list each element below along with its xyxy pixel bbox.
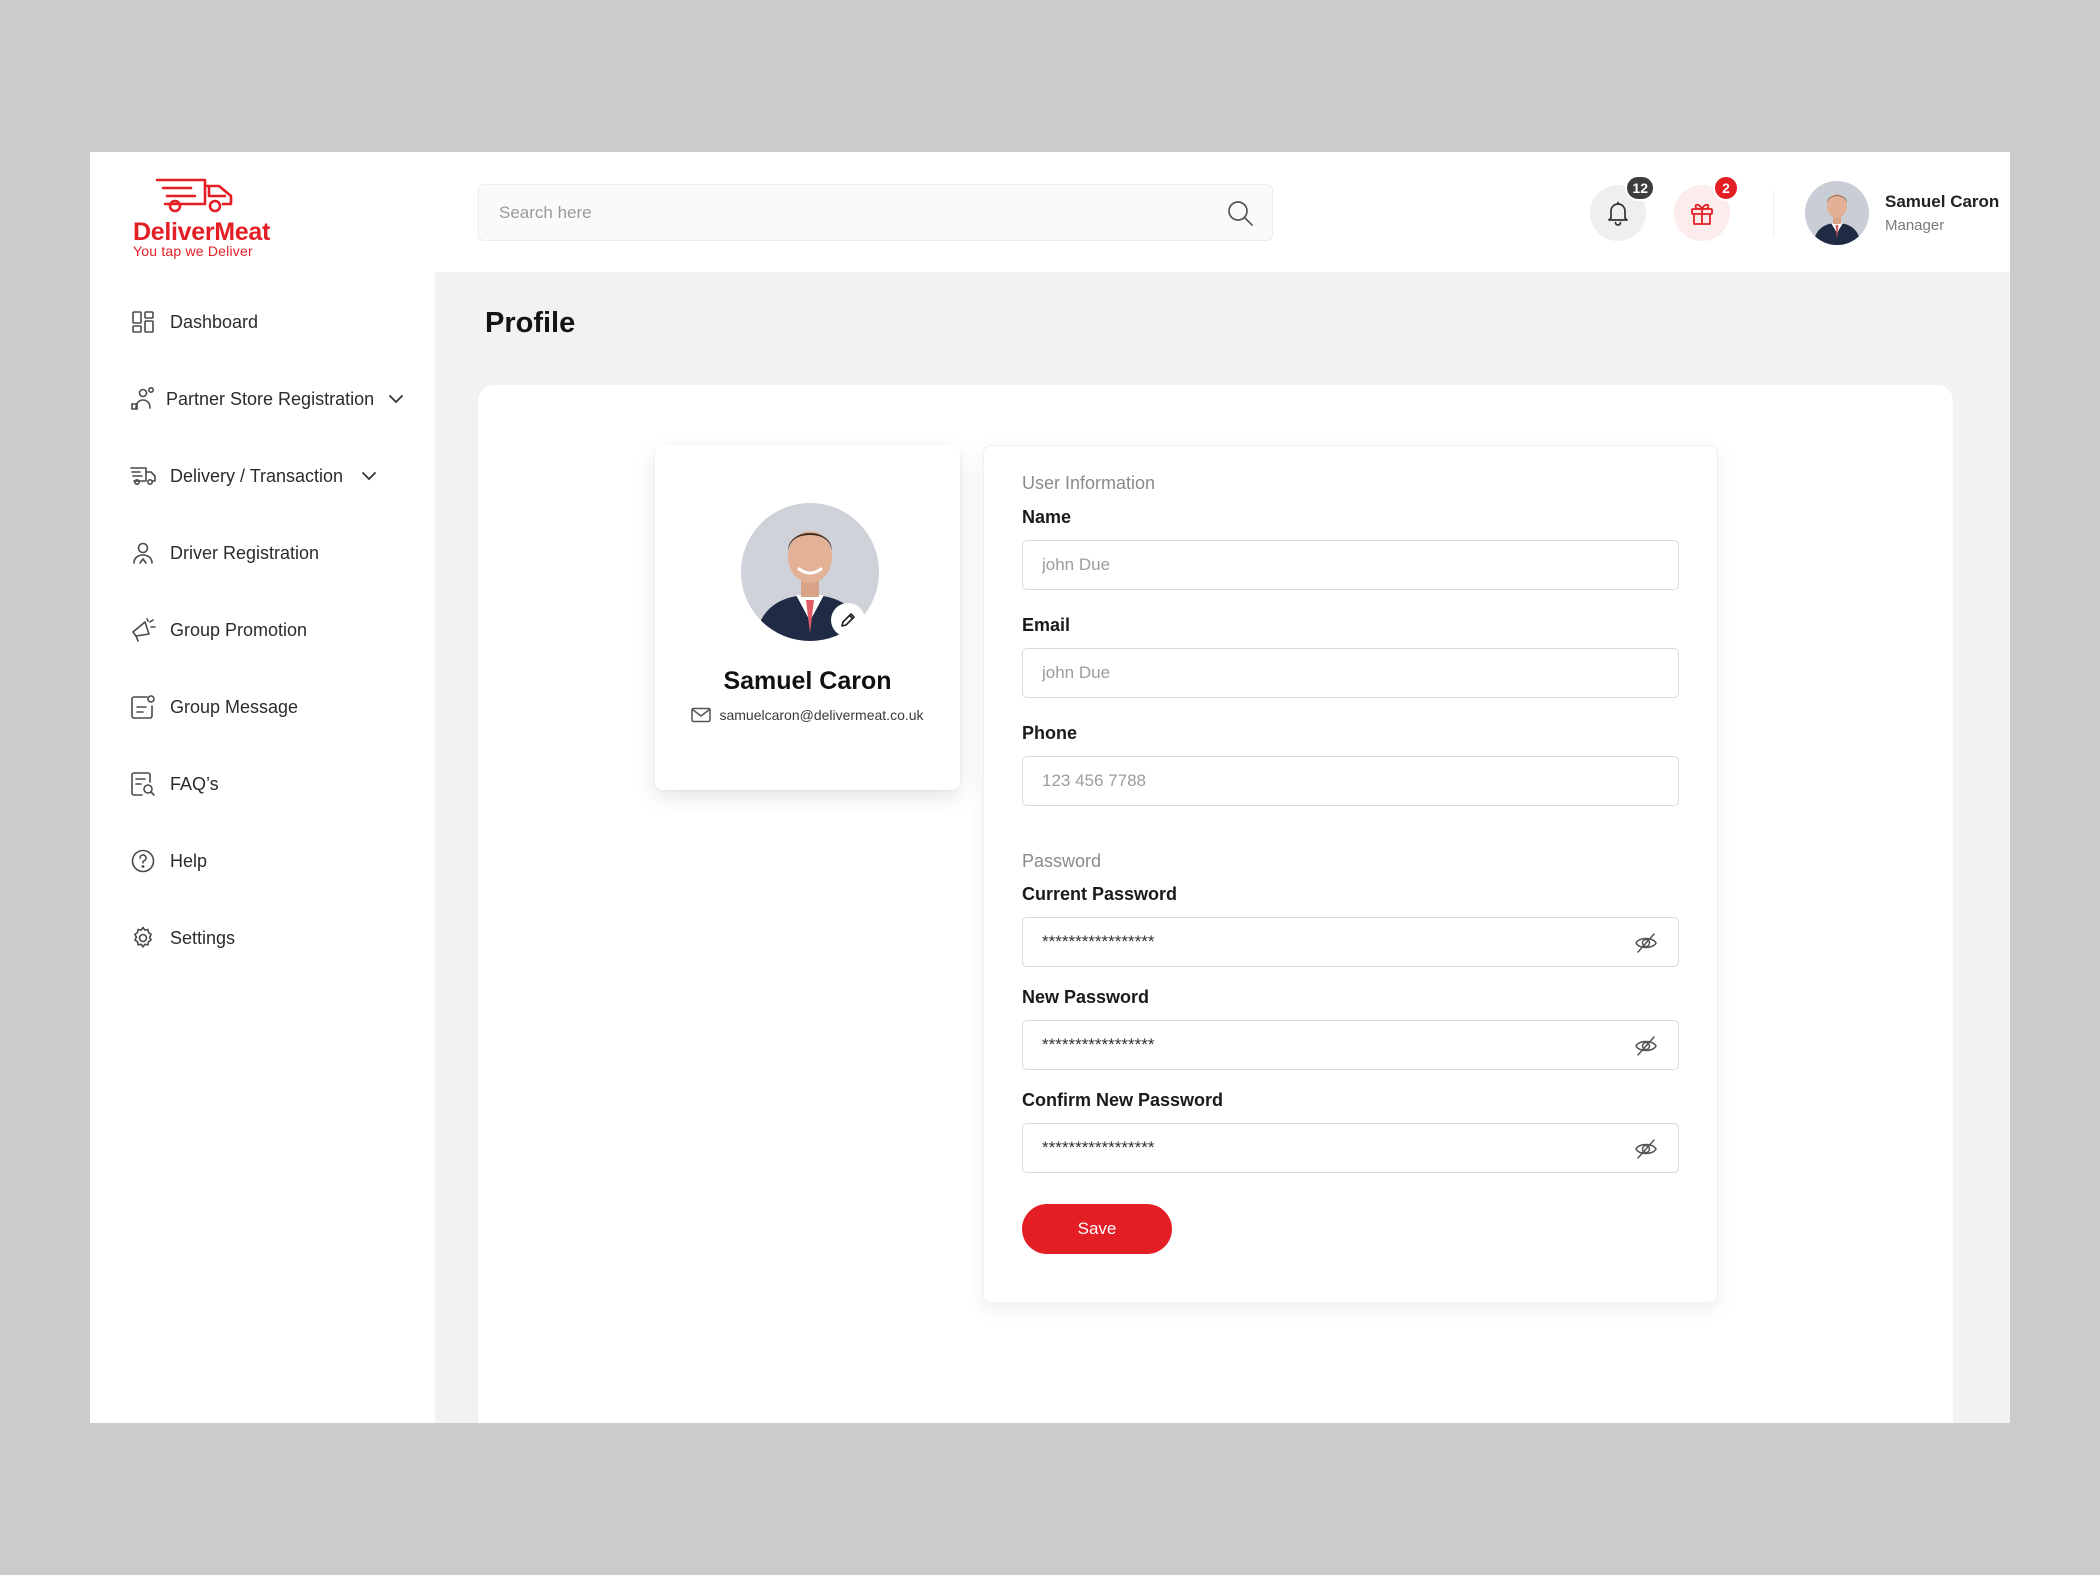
page-title: Profile: [485, 307, 576, 339]
new-password-input[interactable]: [1023, 1021, 1678, 1069]
user-name: Samuel Caron: [1885, 192, 2000, 211]
chevron-down-icon: [388, 394, 404, 404]
faq-document-icon: [130, 771, 156, 797]
pencil-icon: [841, 613, 855, 627]
delivery-truck-icon: [130, 463, 156, 489]
sidebar-item-driver-registration[interactable]: Driver Registration: [130, 533, 319, 573]
bell-icon: [1608, 201, 1628, 226]
search-input[interactable]: [479, 185, 1272, 240]
new-password-field: [1022, 1020, 1679, 1070]
notification-count-badge: 12: [1625, 175, 1655, 201]
user-information-title: User Information: [1022, 473, 1156, 493]
eye-off-icon[interactable]: [1634, 1137, 1658, 1161]
search-bar: [478, 184, 1273, 241]
phone-label: Phone: [1022, 723, 1078, 743]
password-section-title: Password: [1022, 851, 1102, 871]
email-field: [1022, 648, 1679, 698]
confirm-password-label: Confirm New Password: [1022, 1090, 1224, 1110]
user-menu[interactable]: Samuel Caron Manager: [1805, 180, 2010, 246]
edit-avatar-button[interactable]: [831, 603, 865, 637]
profile-email: samuelcaron@delivermeat.co.uk: [719, 707, 924, 723]
new-password-label: New Password: [1022, 987, 1150, 1007]
confirm-password-input[interactable]: [1023, 1124, 1678, 1172]
sidebar-item-group-promotion[interactable]: Group Promotion: [130, 610, 307, 650]
app-window: DeliverMeat You tap we Deliver Dashboard: [90, 152, 2010, 1423]
help-circle-icon: [130, 848, 156, 874]
profile-email-row: samuelcaron@delivermeat.co.uk: [655, 707, 960, 723]
user-role: Manager: [1885, 217, 1945, 234]
truck-logo-icon: [155, 178, 233, 213]
name-field: [1022, 540, 1679, 590]
driver-person-icon: [130, 540, 156, 566]
email-input[interactable]: [1023, 649, 1678, 697]
partner-store-icon: [130, 386, 156, 412]
brand-tagline: You tap we Deliver: [133, 243, 253, 259]
megaphone-icon: [130, 617, 156, 643]
eye-off-icon[interactable]: [1634, 1034, 1658, 1058]
top-header: 12 2 Samue: [435, 152, 2010, 272]
sidebar: DeliverMeat You tap we Deliver Dashboard: [90, 152, 435, 1423]
gear-icon: [130, 925, 156, 951]
avatar: [1805, 181, 1869, 245]
name-input[interactable]: [1023, 541, 1678, 589]
sidebar-item-faqs[interactable]: FAQ’s: [130, 764, 219, 804]
sidebar-item-label: Dashboard: [170, 311, 259, 332]
gift-count-badge: 2: [1713, 175, 1739, 201]
confirm-password-field: [1022, 1123, 1679, 1173]
dashboard-grid-icon: [130, 309, 156, 335]
search-icon[interactable]: [1226, 199, 1254, 227]
profile-name: Samuel Caron: [723, 667, 892, 695]
sidebar-item-label: FAQ’s: [170, 773, 219, 794]
sidebar-item-label: Help: [170, 850, 208, 871]
sidebar-item-label: Group Message: [170, 696, 299, 717]
brand-logo[interactable]: DeliverMeat You tap we Deliver: [133, 176, 333, 259]
sidebar-item-label: Partner Store Registration: [166, 388, 375, 409]
name-label: Name: [1022, 507, 1072, 527]
profile-card: Samuel Caron samuelcaron@delivermeat.co.…: [655, 445, 960, 790]
sidebar-item-label: Group Promotion: [170, 619, 308, 640]
notifications-button[interactable]: 12: [1590, 175, 1655, 241]
sidebar-item-delivery-transaction[interactable]: Delivery / Transaction: [130, 456, 377, 496]
mail-icon: [691, 707, 712, 723]
current-password-label: Current Password: [1022, 884, 1178, 904]
sidebar-item-help[interactable]: Help: [130, 841, 207, 881]
email-label: Email: [1022, 615, 1071, 635]
gifts-button[interactable]: 2: [1674, 175, 1739, 241]
profile-form: User Information Name Email Phone Passwo…: [983, 445, 1718, 1303]
gift-icon: [1691, 203, 1713, 225]
sidebar-item-label: Driver Registration: [170, 542, 320, 563]
phone-field: [1022, 756, 1679, 806]
sidebar-item-label: Settings: [170, 927, 236, 948]
chevron-down-icon: [361, 471, 377, 481]
sidebar-item-dashboard[interactable]: Dashboard: [130, 302, 258, 342]
sidebar-item-label: Delivery / Transaction: [170, 465, 344, 486]
sidebar-item-settings[interactable]: Settings: [130, 918, 235, 958]
sidebar-item-group-message[interactable]: Group Message: [130, 687, 298, 727]
message-icon: [130, 694, 156, 720]
eye-off-icon[interactable]: [1634, 931, 1658, 955]
phone-input[interactable]: [1023, 757, 1678, 805]
current-password-input[interactable]: [1023, 918, 1678, 966]
current-password-field: [1022, 917, 1679, 967]
sidebar-item-partner-store-registration[interactable]: Partner Store Registration: [130, 379, 404, 419]
save-button[interactable]: Save: [1022, 1204, 1172, 1254]
header-divider: [1773, 190, 1774, 236]
